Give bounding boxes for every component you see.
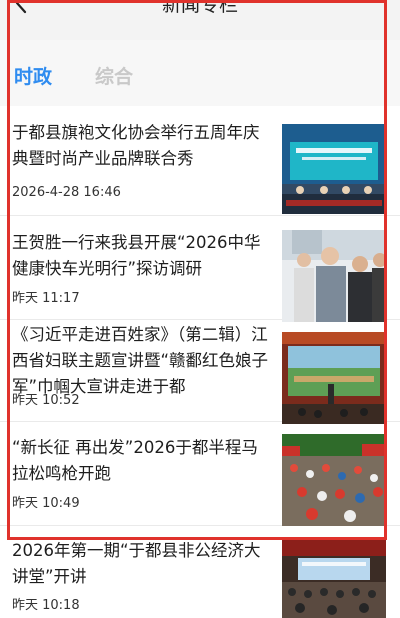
news-thumbnail [282, 124, 386, 214]
news-title: “新长征 再出发”2026于都半程马拉松鸣枪开跑 [12, 438, 258, 483]
news-item[interactable]: 王贺胜一行来我县开展“2026中华健康快车光明行”探访调研 昨天 11:17 [0, 216, 400, 322]
news-title: 王贺胜一行来我县开展“2026中华健康快车光明行”探访调研 [12, 233, 261, 278]
news-time: 昨天 10:49 [12, 496, 80, 511]
news-time: 2026-4-28 16:46 [12, 185, 121, 200]
tab-general[interactable]: 综合 [95, 64, 133, 90]
news-thumbnail [282, 538, 386, 618]
news-thumbnail [282, 434, 386, 526]
news-item[interactable]: “新长征 再出发”2026于都半程马拉松鸣枪开跑 昨天 10:49 [0, 422, 400, 526]
news-time: 昨天 10:18 [12, 598, 80, 613]
news-time: 昨天 11:17 [12, 291, 80, 306]
top-bar: 新闻专栏 [0, 0, 400, 40]
news-title: 于都县旗袍文化协会举行五周年庆典暨时尚产业品牌联合秀 [12, 123, 260, 168]
news-item[interactable]: 于都县旗袍文化协会举行五周年庆典暨时尚产业品牌联合秀 2026-4-28 16:… [0, 106, 400, 216]
news-thumbnail [282, 332, 386, 424]
news-title: 《习近平走进百姓家》（第二辑）江西省妇联主题宣讲暨“赣鄱红色娘子军”巾帼大宣讲走… [12, 325, 269, 396]
tab-bar: 时政 综合 [0, 40, 400, 106]
news-item[interactable]: 2026年第一期“于都县非公经济大讲堂”开讲 昨天 10:18 [0, 526, 400, 618]
tab-politics[interactable]: 时政 [14, 64, 52, 90]
news-title: 2026年第一期“于都县非公经济大讲堂”开讲 [12, 541, 261, 586]
page-title: 新闻专栏 [161, 0, 238, 16]
news-time: 昨天 10:52 [12, 393, 80, 408]
news-item[interactable]: 《习近平走进百姓家》（第二辑）江西省妇联主题宣讲暨“赣鄱红色娘子军”巾帼大宣讲走… [0, 320, 400, 424]
news-thumbnail [282, 230, 386, 322]
